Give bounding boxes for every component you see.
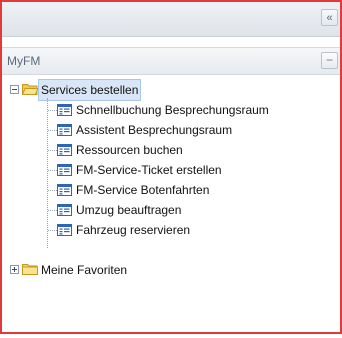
service-item[interactable]: Assistent Besprechungsraum — [2, 120, 340, 140]
service-item[interactable]: FM-Service Botenfahrten — [2, 180, 340, 200]
service-item[interactable]: Schnellbuchung Besprechungsraum — [2, 100, 340, 120]
tree-node-services[interactable]: Services bestellen — [2, 79, 340, 101]
expand-node-icon[interactable] — [10, 265, 19, 274]
service-item-label: Fahrzeug reservieren — [76, 223, 191, 237]
form-icon — [57, 224, 72, 236]
service-item-label: Ressourcen buchen — [76, 143, 183, 157]
service-item[interactable]: Fahrzeug reservieren — [2, 220, 340, 240]
folder-closed-icon — [22, 264, 38, 275]
service-item-label: FM-Service-Ticket erstellen — [76, 163, 222, 177]
collapse-panel-button[interactable]: « — [321, 9, 338, 26]
minus-icon: − — [325, 53, 333, 67]
collapse-node-icon[interactable] — [10, 85, 19, 94]
form-icon — [57, 124, 72, 136]
service-item[interactable]: Umzug beauftragen — [2, 200, 340, 220]
form-icon — [57, 104, 72, 116]
form-icon — [57, 204, 72, 216]
minimize-panel-button[interactable]: − — [321, 52, 338, 69]
service-item[interactable]: FM-Service-Ticket erstellen — [2, 160, 340, 180]
form-icon — [57, 164, 72, 176]
service-item-label: Schnellbuchung Besprechungsraum — [76, 103, 269, 117]
top-toolbar: « — [2, 2, 340, 37]
tree-connector — [48, 110, 57, 111]
tree-connector — [48, 190, 57, 191]
navigation-frame: « MyFM − Services bestellen Schnellbuchu… — [0, 0, 342, 334]
service-item-label: Assistent Besprechungsraum — [76, 123, 233, 137]
service-item-label: FM-Service Botenfahrten — [76, 183, 210, 197]
tree-node-label: Services bestellen — [37, 79, 142, 101]
double-chevron-left-icon: « — [326, 12, 333, 24]
tree-connector — [48, 210, 57, 211]
tree-connector — [48, 130, 57, 131]
form-icon — [57, 184, 72, 196]
tree-connector — [48, 170, 57, 171]
panel-title: MyFM — [7, 54, 41, 68]
folder-open-icon — [22, 84, 38, 95]
tree-connector — [48, 230, 57, 231]
panel-header: MyFM − — [2, 47, 340, 75]
tree-connector — [48, 150, 57, 151]
service-item[interactable]: Ressourcen buchen — [2, 140, 340, 160]
tree-node-label: Meine Favoriten — [41, 263, 128, 277]
service-item-label: Umzug beauftragen — [76, 203, 182, 217]
form-icon — [57, 144, 72, 156]
tree-node-favorites[interactable]: Meine Favoriten — [2, 260, 340, 280]
